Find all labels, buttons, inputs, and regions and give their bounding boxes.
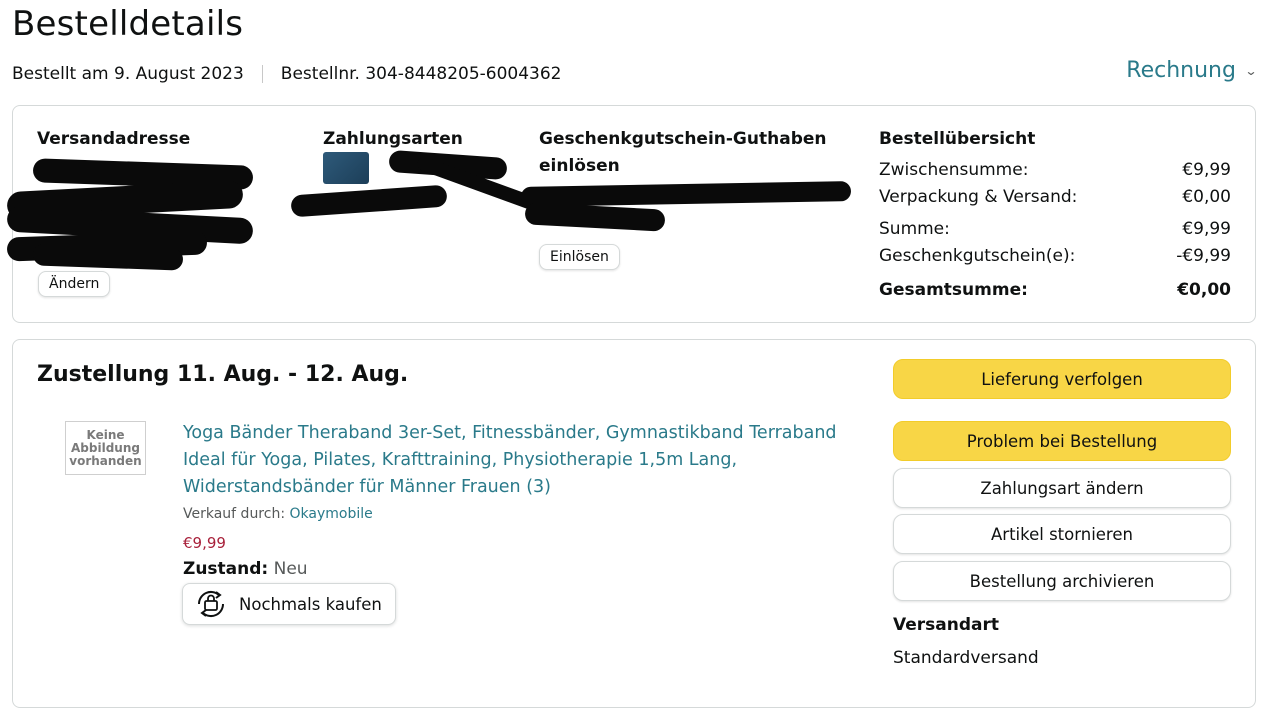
meta-divider (261, 65, 263, 83)
item-price: €9,99 (183, 534, 226, 552)
order-overview-card: Versandadresse Ändern Zahlungsarten Gesc… (6, 105, 1256, 323)
shipping-method-heading: Versandart (893, 615, 999, 635)
redaction-mark (290, 184, 448, 218)
shipping-address-heading: Versandadresse (37, 129, 191, 149)
seller-link[interactable]: Okaymobile (290, 506, 373, 522)
order-meta: Bestellt am 9. August 2023 Bestellnr. 30… (12, 64, 562, 84)
invoice-dropdown[interactable]: Rechnung ⌄ (1126, 58, 1258, 83)
payment-methods-heading: Zahlungsarten (323, 129, 463, 149)
delivery-date-heading: Zustellung 11. Aug. - 12. Aug. (37, 362, 409, 387)
sold-by: Verkauf durch: Okaymobile (183, 506, 373, 522)
buy-again-label: Nochmals kaufen (239, 594, 382, 614)
chevron-down-icon: ⌄ (1244, 63, 1258, 78)
giftcard-heading: Geschenkgutschein-Guthaben einlösen (539, 129, 827, 176)
product-image-placeholder[interactable]: Keine Abbildung vorhanden (65, 421, 146, 475)
invoice-label: Rechnung (1126, 58, 1236, 83)
buy-again-icon (197, 590, 225, 618)
redaction-mark (32, 243, 184, 271)
order-number: Bestellnr. 304-8448205-6004362 (280, 64, 562, 84)
order-problem-button[interactable]: Problem bei Bestellung (893, 421, 1231, 461)
archive-order-button[interactable]: Bestellung archivieren (893, 561, 1231, 601)
page-title: Bestelldetails (12, 4, 244, 44)
cancel-items-button[interactable]: Artikel stornieren (893, 514, 1231, 554)
redaction-mark (520, 181, 852, 207)
track-package-button[interactable]: Lieferung verfolgen (893, 359, 1231, 399)
product-title-link[interactable]: Yoga Bänder Theraband 3er-Set, Fitnessbä… (183, 420, 843, 501)
summary-row-subtotal: Zwischensumme: €9,99 (879, 160, 1231, 180)
summary-heading: Bestellübersicht (879, 129, 1036, 149)
summary-row-shipping: Verpackung & Versand: €0,00 (879, 187, 1231, 207)
shipment-card: Zustellung 11. Aug. - 12. Aug. Keine Abb… (12, 339, 1256, 708)
order-date: Bestellt am 9. August 2023 (12, 64, 244, 84)
item-condition: Zustand: Neu (183, 559, 308, 579)
redaction-mark (524, 202, 666, 232)
buy-again-button[interactable]: Nochmals kaufen (182, 583, 396, 625)
redeem-button[interactable]: Einlösen (539, 244, 620, 270)
summary-row-sum: Summe: €9,99 (879, 219, 1231, 239)
credit-card-icon (323, 152, 369, 184)
order-summary: Bestellübersicht Zwischensumme: €9,99 Ve… (879, 126, 1231, 304)
shipping-method-value: Standardversand (893, 648, 1039, 668)
summary-row-giftcard: Geschenkgutschein(e): -€9,99 (879, 246, 1231, 266)
change-payment-button[interactable]: Zahlungsart ändern (893, 468, 1231, 508)
change-address-button[interactable]: Ändern (38, 271, 111, 297)
summary-row-total: Gesamtsumme: €0,00 (879, 280, 1231, 300)
